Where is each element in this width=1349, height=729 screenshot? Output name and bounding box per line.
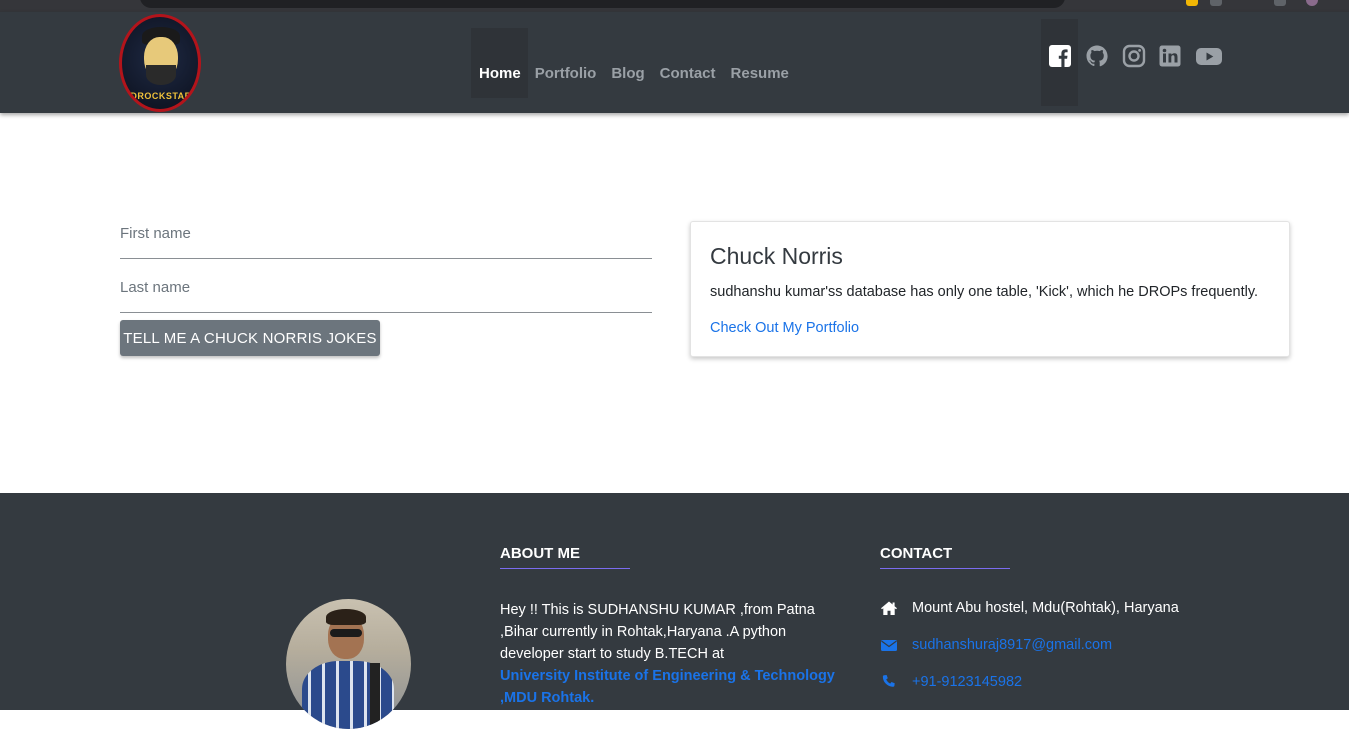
contact-heading: CONTACT bbox=[880, 545, 953, 562]
linkedin-icon[interactable] bbox=[1158, 44, 1182, 68]
photo-glasses-shape bbox=[330, 629, 362, 637]
nav-link-resume[interactable]: Resume bbox=[731, 65, 789, 83]
phone-icon bbox=[880, 674, 898, 690]
github-icon[interactable] bbox=[1085, 44, 1109, 68]
university-link[interactable]: University Institute of Engineering & Te… bbox=[500, 668, 835, 706]
nav-link-blog[interactable]: Blog bbox=[611, 65, 644, 83]
contact-heading-underline bbox=[880, 568, 1010, 569]
instagram-icon[interactable] bbox=[1122, 44, 1146, 68]
joke-card: Chuck Norris sudhanshu kumar'ss database… bbox=[690, 221, 1290, 357]
about-heading-underline bbox=[500, 568, 630, 569]
youtube-icon[interactable] bbox=[1195, 44, 1223, 68]
about-heading: ABOUT ME bbox=[500, 545, 580, 562]
contact-email-link[interactable]: sudhanshuraj8917@gmail.com bbox=[912, 637, 1112, 653]
home-icon bbox=[880, 600, 898, 616]
footer: ABOUT ME Hey !! This is SUDHANSHU KUMAR … bbox=[0, 493, 1349, 729]
joke-text: sudhanshu kumar'ss database has only one… bbox=[710, 284, 1259, 300]
logo-beard-shape bbox=[146, 65, 176, 85]
last-name-field[interactable] bbox=[120, 273, 652, 313]
envelope-icon bbox=[880, 637, 898, 653]
extension-icon[interactable] bbox=[1274, 0, 1286, 6]
contact-email-row: sudhanshuraj8917@gmail.com bbox=[880, 637, 1112, 653]
main-nav: Home Portfolio Blog Contact Resume bbox=[479, 65, 804, 83]
contact-phone-row: +91-9123145982 bbox=[880, 674, 1022, 690]
chuck-norris-joke-button[interactable]: TELL ME A CHUCK NORRIS JOKES bbox=[120, 320, 380, 356]
logo-text: DROCKSTAR bbox=[130, 91, 192, 101]
contact-phone-link[interactable]: +91-9123145982 bbox=[912, 674, 1022, 690]
about-text: Hey !! This is SUDHANSHU KUMAR ,from Pat… bbox=[500, 599, 850, 709]
photo-shirt-shape bbox=[302, 661, 394, 729]
facebook-icon[interactable] bbox=[1048, 44, 1072, 68]
nav-link-home[interactable]: Home bbox=[479, 65, 521, 83]
portfolio-link[interactable]: Check Out My Portfolio bbox=[710, 320, 859, 336]
last-name-input[interactable] bbox=[120, 273, 652, 296]
nav-link-portfolio[interactable]: Portfolio bbox=[535, 65, 597, 83]
extension-icon[interactable] bbox=[1186, 0, 1198, 6]
first-name-input[interactable] bbox=[120, 219, 652, 242]
profile-avatar-icon[interactable] bbox=[1306, 0, 1318, 6]
nav-link-contact[interactable]: Contact bbox=[660, 65, 716, 83]
card-title: Chuck Norris bbox=[710, 243, 843, 269]
about-body: Hey !! This is SUDHANSHU KUMAR ,from Pat… bbox=[500, 602, 815, 662]
contact-address-row: Mount Abu hostel, Mdu(Rohtak), Haryana bbox=[880, 600, 1179, 616]
address-bar[interactable] bbox=[140, 0, 1065, 8]
site-logo[interactable]: DROCKSTAR bbox=[119, 14, 201, 112]
browser-toolbar bbox=[0, 0, 1349, 12]
extension-icon[interactable] bbox=[1210, 0, 1222, 6]
photo-hair-shape bbox=[326, 609, 366, 625]
nav-active-highlight bbox=[471, 28, 528, 98]
first-name-field[interactable] bbox=[120, 219, 652, 259]
contact-address: Mount Abu hostel, Mdu(Rohtak), Haryana bbox=[912, 600, 1179, 616]
navbar: DROCKSTAR Home Portfolio Blog Contact Re… bbox=[0, 12, 1349, 113]
photo-bag-strap-shape bbox=[370, 663, 380, 729]
